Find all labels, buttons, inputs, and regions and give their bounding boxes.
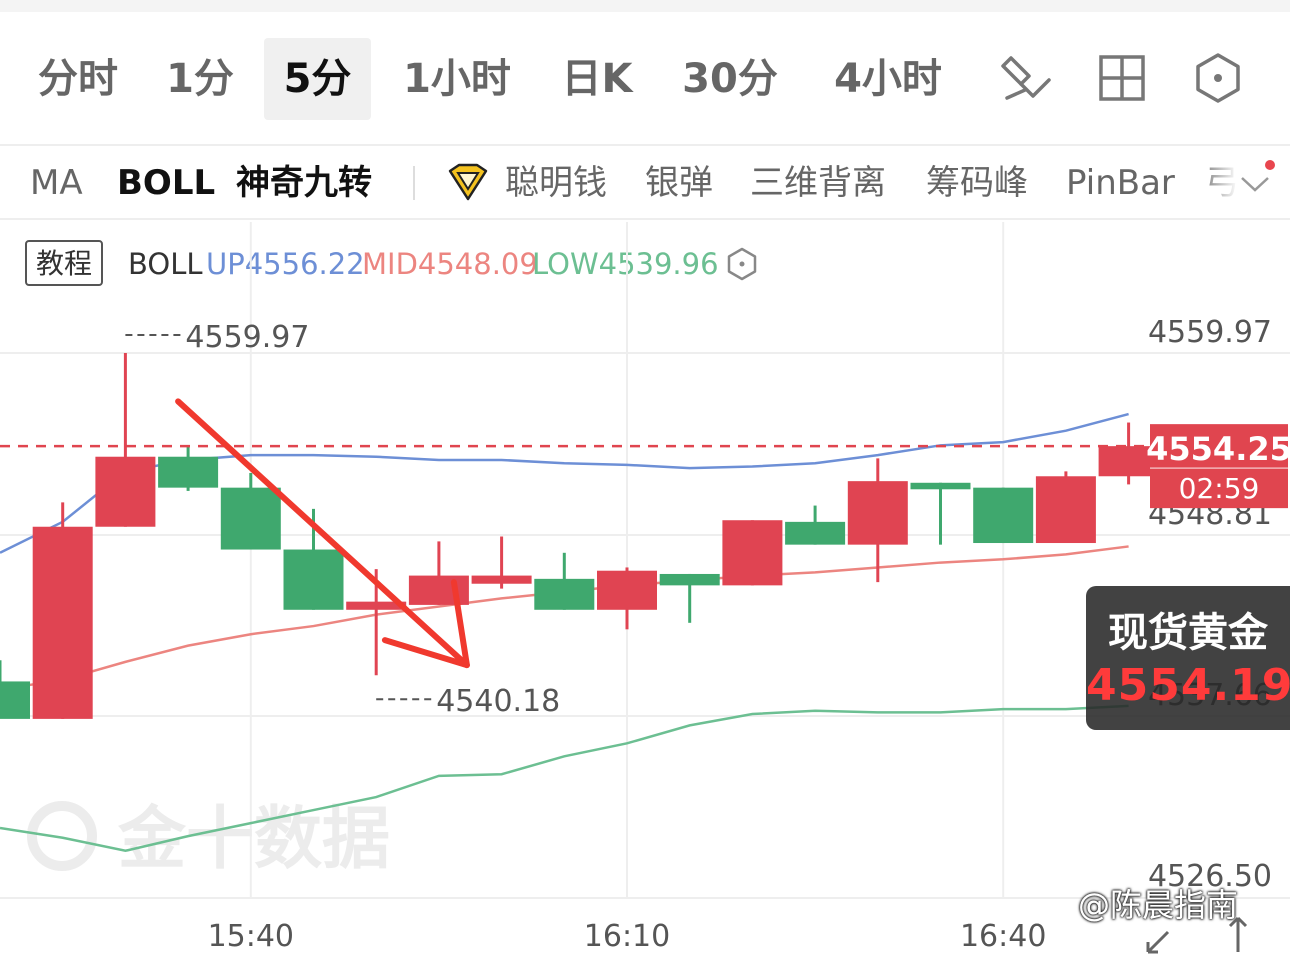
candle-body (659, 573, 720, 586)
low-marker-label: 4540.18 (436, 684, 560, 719)
candle-body (408, 575, 469, 605)
candle-body (158, 456, 219, 488)
candle-body (534, 578, 595, 610)
countdown-timer: 02:59 (1179, 472, 1260, 505)
quote-card[interactable]: 现货黄金 4554.19 (1086, 586, 1290, 730)
candle-body (597, 570, 657, 610)
candle-body (283, 549, 344, 610)
candle-body (220, 487, 281, 550)
candle-body (95, 456, 156, 527)
fullscreen-icon[interactable] (1140, 912, 1250, 956)
x-tick-label: 16:40 (960, 919, 1046, 954)
candle-body (910, 482, 971, 490)
candle-body (722, 520, 783, 586)
high-marker-label: 4559.97 (185, 320, 309, 355)
quote-price: 4554.19 (1086, 660, 1290, 711)
candle-body (0, 681, 30, 719)
candle-body (785, 521, 846, 545)
x-tick-label: 16:10 (584, 919, 670, 954)
x-tick-label: 15:40 (208, 919, 294, 954)
candle-body (1035, 476, 1096, 544)
candle-body (32, 526, 93, 719)
y-tick-label: 4559.97 (1148, 315, 1272, 350)
candle-body (973, 487, 1034, 544)
candle-body (471, 575, 532, 584)
candle-body (847, 481, 908, 545)
current-price-value: 4554.25 (1146, 430, 1290, 468)
quote-name: 现货黄金 (1108, 610, 1268, 656)
brand-watermark-logo (27, 801, 97, 871)
candlestick-chart[interactable]: 金十数据 4559.974540.18 4559.974548.814537.6… (0, 0, 1290, 956)
brand-watermark: 金十数据 (117, 800, 390, 879)
